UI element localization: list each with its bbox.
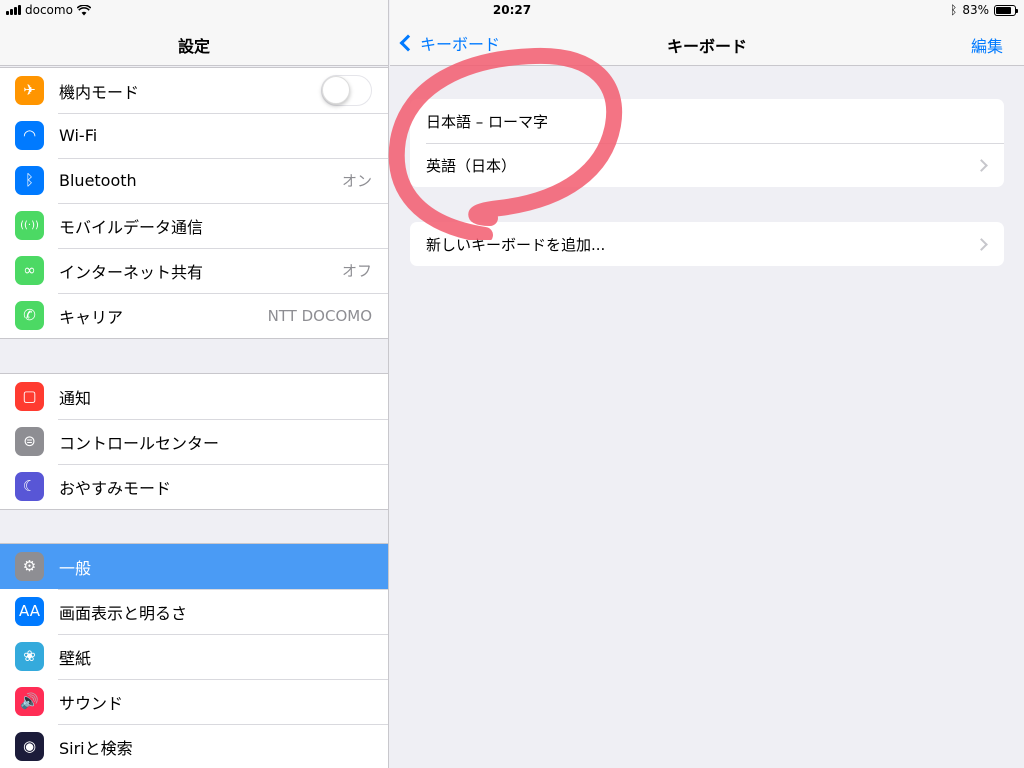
sidebar-item-label: 壁紙 [59,648,92,668]
sidebar-item-value: オン [341,172,372,190]
detail-title: キーボード [666,37,747,56]
sidebar-item-value: NTT DOCOMO [267,306,372,325]
sidebar-item[interactable]: ((·)) モバイルデータ通信 [0,203,388,248]
sidebar-item[interactable]: ✈ 機内モード [0,68,388,113]
speaker-icon: 🔊 [15,687,44,716]
keyboard-label: 英語（日本） [426,156,517,175]
status-right: ᛒ 83% [950,3,1018,17]
switches-icon: ⊜ [15,427,44,456]
settings-sidebar: 設定 ✈ 機内モード ◠ Wi-Fi ᛒ Bluetooth オン ((·)) モバイルデータ通… [0,0,389,768]
chevron-right-icon [975,158,988,172]
sidebar-item-label: 一般 [59,558,92,578]
hotspot-icon: ∞ [15,256,44,285]
status-time: 20:27 [492,3,532,17]
airplane-mode-toggle[interactable] [321,75,372,106]
edit-button[interactable]: 編集 [971,33,1003,57]
sidebar-item-label: Siriと検索 [59,738,133,758]
sidebar-item[interactable]: ☾ おやすみモード [0,464,388,509]
sidebar-item[interactable]: ◠ Wi-Fi [0,113,388,158]
sidebar-item-value: オフ [341,262,372,280]
status-bar: docomo 20:27 ᛒ 83% [0,0,1024,20]
moon-icon: ☾ [15,472,44,501]
sidebar-item[interactable]: ⚙ 一般 [0,544,388,589]
airplane-icon: ✈ [15,76,44,105]
flower-icon: ❀ [15,642,44,671]
sidebar-item[interactable]: ⊜ コントロールセンター [0,419,388,464]
keyboard-label: 日本語 – ローマ字 [426,112,549,131]
sidebar-item[interactable]: ❀ 壁紙 [0,634,388,679]
keyboard-list: 日本語 – ローマ字 英語（日本） [410,99,1004,187]
phone-icon: ✆ [15,301,44,330]
notification-icon: ▢ [15,382,44,411]
sidebar-item[interactable]: AA 画面表示と明るさ [0,589,388,634]
gear-icon: ⚙ [15,552,44,581]
sidebar-item-label: Wi-Fi [59,126,98,145]
sidebar-item-label: Bluetooth [59,171,137,190]
sidebar-item[interactable]: ▢ 通知 [0,374,388,419]
sidebar-item[interactable]: ◉ Siriと検索 [0,724,388,768]
sidebar-item[interactable]: ✆ キャリア NTT DOCOMO [0,293,388,338]
sidebar-item-label: 通知 [59,388,92,408]
add-keyboard-card: 新しいキーボードを追加... [410,222,1004,266]
sidebar-item-label: 機内モード [59,82,140,102]
keyboard-row[interactable]: 日本語 – ローマ字 [410,99,1004,143]
settings-group-connectivity: ✈ 機内モード ◠ Wi-Fi ᛒ Bluetooth オン ((·)) モバイルデータ通信 ∞ イ… [0,67,388,339]
sidebar-item-label: コントロールセンター [59,433,220,453]
battery-icon [994,4,1018,16]
sidebar-item-label: インターネット共有 [59,262,204,282]
bluetooth-icon: ᛒ [15,166,44,195]
sidebar-item-label: サウンド [59,693,124,713]
wifi-icon: ◠ [15,121,44,150]
sidebar-item-label: キャリア [59,307,124,327]
settings-group-general: ⚙ 一般 AA 画面表示と明るさ ❀ 壁紙 🔊 サウンド ◉ Siriと検索 [0,543,388,768]
siri-icon: ◉ [15,732,44,761]
settings-group-notifications: ▢ 通知 ⊜ コントロールセンター ☾ おやすみモード [0,373,388,510]
sidebar-title: 設定 [177,37,210,56]
chevron-right-icon [975,237,988,251]
toggle-knob [322,76,350,104]
sidebar-item-label: モバイルデータ通信 [59,217,204,237]
sidebar-item-label: おやすみモード [59,478,172,498]
bluetooth-status-icon: ᛒ [950,3,958,17]
antenna-icon: ((·)) [15,211,44,240]
keyboard-row[interactable]: 英語（日本） [410,143,1004,187]
battery-percent: 83% [962,3,989,17]
sidebar-item[interactable]: 🔊 サウンド [0,679,388,724]
add-keyboard-row[interactable]: 新しいキーボードを追加... [410,222,1004,266]
sidebar-item[interactable]: ∞ インターネット共有 オフ [0,248,388,293]
text-size-icon: AA [15,597,44,626]
sidebar-item[interactable]: ᛒ Bluetooth オン [0,158,388,203]
sidebar-item-label: 画面表示と明るさ [59,603,188,623]
add-keyboard-label: 新しいキーボードを追加... [426,235,606,254]
